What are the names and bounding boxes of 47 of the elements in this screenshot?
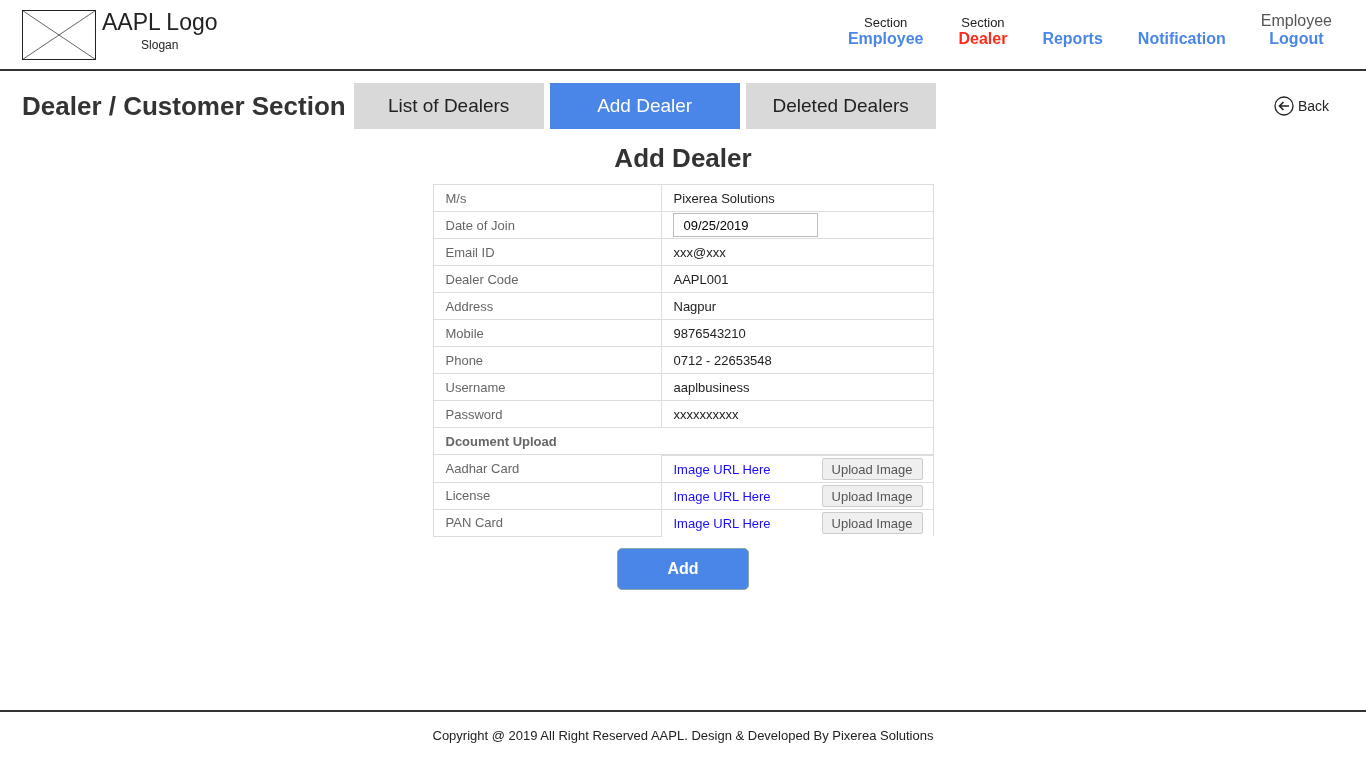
nav-caption: Section: [961, 14, 1005, 30]
table-cell: Dealer Code: [433, 265, 661, 293]
nav-link[interactable]: Logout: [1269, 29, 1324, 48]
table-cell: Email ID: [433, 238, 661, 266]
table-cell: Phone: [433, 346, 661, 374]
copyright-text: Copyright @ 2019 All Right Reserved AAPL. Design & Developed By Pixerea Solutions: [432, 727, 934, 743]
table-cell: Dcoument Upload: [433, 427, 933, 455]
table-cell: Username: [433, 373, 661, 401]
table-cell: License: [433, 482, 661, 509]
table-cell: Address: [433, 292, 661, 320]
upload-image-button[interactable]: Upload Image: [821, 485, 923, 507]
upload-image-button[interactable]: Upload Image: [821, 512, 923, 534]
nav-caption: Section: [864, 14, 908, 30]
table-cell: Mobile: [433, 319, 661, 347]
table-cell: AAPL001: [661, 265, 933, 293]
image-url-link[interactable]: Image URL Here: [673, 461, 771, 477]
logo-text: AAPL Logo: [102, 9, 218, 36]
add-button[interactable]: Add: [617, 547, 749, 590]
slogan: Slogan: [141, 38, 179, 52]
table-cell: M/s: [433, 184, 661, 212]
date-field[interactable]: 09/25/2019: [672, 213, 818, 237]
upload-image-button[interactable]: Upload Image: [821, 458, 923, 480]
table-cell: Pixerea Solutions: [661, 184, 933, 212]
logo-placeholder-icon: [22, 9, 96, 60]
form-title: Add Dealer: [614, 143, 752, 174]
table-cell: 0712 - 22653548: [661, 346, 933, 374]
table-cell: Date of Join: [433, 211, 661, 239]
nav-link[interactable]: Notification: [1137, 29, 1226, 48]
tab[interactable]: Deleted Dealers: [745, 83, 936, 129]
image-url-link[interactable]: Image URL Here: [673, 515, 771, 531]
image-url-link[interactable]: Image URL Here: [673, 488, 771, 504]
nav-link[interactable]: Dealer: [958, 29, 1008, 48]
table-cell: xxxxxxxxxx: [661, 400, 933, 428]
table-cell: xxx@xxx: [661, 238, 933, 266]
table-cell: PAN Card: [433, 509, 661, 536]
section-title: Dealer / Customer Section: [22, 90, 346, 122]
table-cell: Password: [433, 400, 661, 428]
table-cell: 9876543210: [661, 319, 933, 347]
table-cell: Nagpur: [661, 292, 933, 320]
table-cell: Aadhar Card: [433, 454, 661, 482]
nav-caption: Employee: [1260, 11, 1332, 30]
nav-link[interactable]: Employee: [847, 29, 924, 48]
nav-link[interactable]: Reports: [1042, 29, 1103, 48]
tab[interactable]: Add Dealer: [549, 83, 740, 129]
tab[interactable]: List of Dealers: [353, 83, 544, 129]
back-link[interactable]: Back: [1273, 96, 1329, 116]
table-cell: aaplbusiness: [661, 373, 933, 401]
